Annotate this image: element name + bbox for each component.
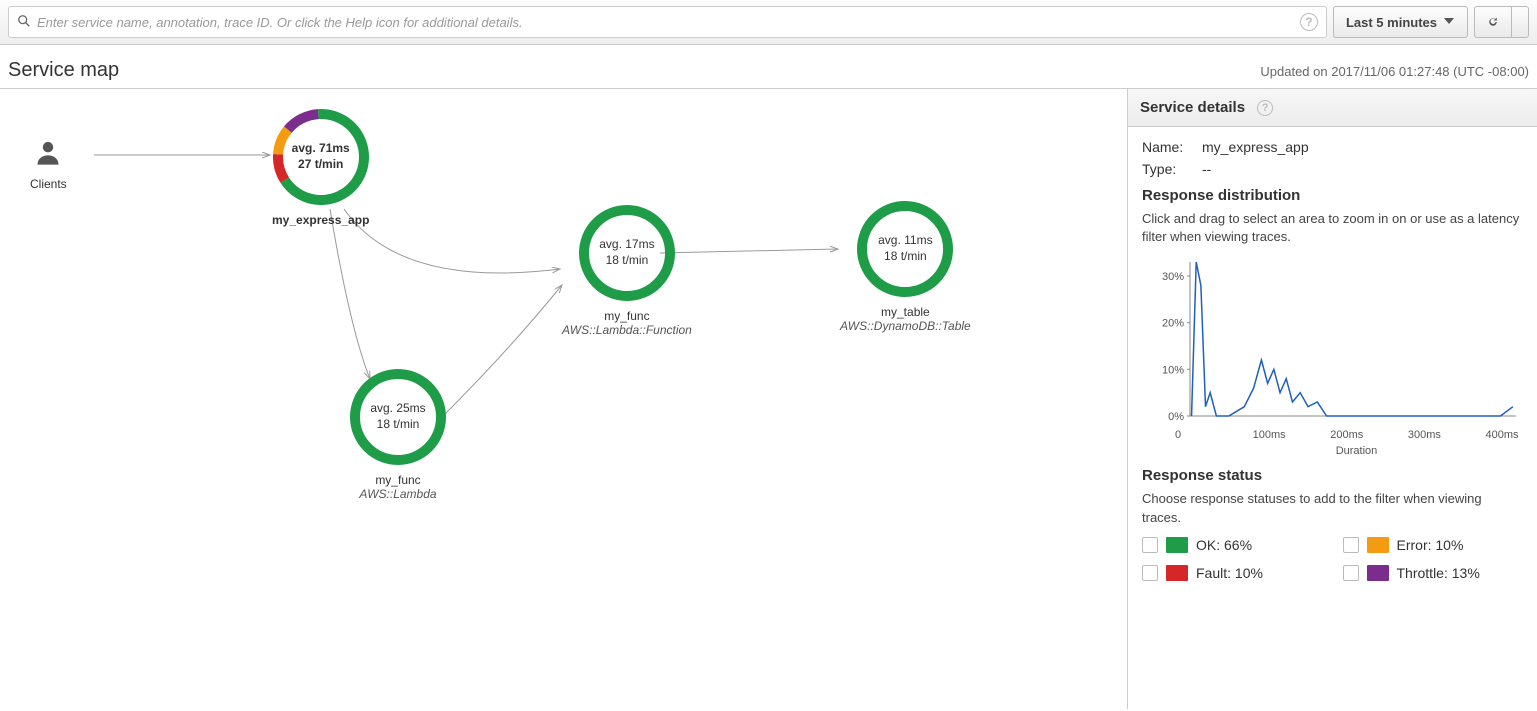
checkbox[interactable] xyxy=(1343,565,1359,581)
node-rate: 18 t/min xyxy=(884,249,927,265)
service-map[interactable]: Clients avg. 71ms 27 t/min my_express_ap… xyxy=(0,89,1127,709)
response-distribution-chart[interactable]: 0% 10% 20% 30% 0100ms200ms300ms400ms Durati… xyxy=(1142,256,1523,457)
time-range-label: Last 5 minutes xyxy=(1346,15,1437,30)
node-avg: avg. 71ms xyxy=(292,141,350,157)
status-fault[interactable]: Fault: 10% xyxy=(1142,565,1323,581)
status-ok-label: OK: 66% xyxy=(1196,537,1252,553)
name-value: my_express_app xyxy=(1202,139,1309,155)
checkbox[interactable] xyxy=(1142,565,1158,581)
status-throttle-label: Throttle: 13% xyxy=(1397,565,1480,581)
node-my-table[interactable]: avg. 11ms 18 t/min my_table AWS::DynamoD… xyxy=(840,201,971,333)
svg-text:10%: 10% xyxy=(1162,365,1184,377)
help-icon[interactable]: ? xyxy=(1300,13,1318,31)
node-label: my_func xyxy=(375,473,420,487)
node-my-express-app[interactable]: avg. 71ms 27 t/min my_express_app xyxy=(272,109,369,227)
map-edges xyxy=(0,89,1127,709)
checkbox[interactable] xyxy=(1343,537,1359,553)
name-label: Name: xyxy=(1142,139,1192,155)
service-details-title: Service details xyxy=(1140,99,1245,116)
color-swatch-ok xyxy=(1166,537,1188,553)
refresh-button[interactable] xyxy=(1474,6,1511,38)
search-icon xyxy=(17,14,37,31)
chart-x-label: Duration xyxy=(1152,445,1523,457)
search-box[interactable]: ? xyxy=(8,6,1327,38)
node-avg: avg. 11ms xyxy=(878,233,932,249)
chevron-down-icon xyxy=(1443,15,1455,30)
status-fault-label: Fault: 10% xyxy=(1196,565,1263,581)
response-distribution-header: Response distribution xyxy=(1142,187,1523,204)
status-error-label: Error: 10% xyxy=(1397,537,1464,553)
checkbox[interactable] xyxy=(1142,537,1158,553)
svg-text:0%: 0% xyxy=(1168,411,1184,423)
type-value: -- xyxy=(1202,161,1211,177)
search-input[interactable] xyxy=(37,15,1294,30)
node-sublabel: AWS::Lambda xyxy=(359,487,436,501)
type-label: Type: xyxy=(1142,161,1192,177)
help-icon[interactable]: ? xyxy=(1257,100,1273,116)
main-area: Clients avg. 71ms 27 t/min my_express_ap… xyxy=(0,89,1537,709)
color-swatch-fault xyxy=(1166,565,1188,581)
title-row: Service map Updated on 2017/11/06 01:27:… xyxy=(0,45,1537,89)
time-range-button[interactable]: Last 5 minutes xyxy=(1333,6,1468,38)
status-throttle[interactable]: Throttle: 13% xyxy=(1343,565,1524,581)
node-label: my_express_app xyxy=(272,213,369,227)
service-details-header: Service details ? xyxy=(1128,89,1537,127)
response-status-grid: OK: 66% Error: 10% Fault: 10% Throttle: … xyxy=(1142,537,1523,581)
response-status-help: Choose response statuses to add to the f… xyxy=(1142,490,1523,526)
refresh-icon xyxy=(1487,16,1499,28)
refresh-button-group xyxy=(1474,6,1529,38)
node-avg: avg. 25ms xyxy=(370,401,425,417)
updated-timestamp: Updated on 2017/11/06 01:27:48 (UTC -08:… xyxy=(1260,64,1529,79)
node-label: my_func xyxy=(604,309,649,323)
node-clients[interactable]: Clients xyxy=(30,129,67,191)
status-ok[interactable]: OK: 66% xyxy=(1142,537,1323,553)
color-swatch-throttle xyxy=(1367,565,1389,581)
node-sublabel: AWS::Lambda::Function xyxy=(562,323,692,337)
page-title: Service map xyxy=(8,59,119,82)
service-details-panel: Service details ? Name: my_express_app T… xyxy=(1127,89,1537,709)
node-rate: 18 t/min xyxy=(377,417,420,433)
node-my-func-lambda[interactable]: avg. 25ms 18 t/min my_func AWS::Lambda xyxy=(350,369,446,501)
top-toolbar: ? Last 5 minutes xyxy=(0,0,1537,45)
clients-label: Clients xyxy=(30,177,67,191)
svg-text:30%: 30% xyxy=(1162,271,1184,283)
chart-x-ticks: 0100ms200ms300ms400ms xyxy=(1152,429,1523,443)
node-my-func-lambda-function[interactable]: avg. 17ms 18 t/min my_func AWS::Lambda::… xyxy=(562,205,692,337)
response-distribution-help: Click and drag to select an area to zoom… xyxy=(1142,210,1523,246)
svg-text:20%: 20% xyxy=(1162,318,1184,330)
node-rate: 18 t/min xyxy=(606,253,649,269)
response-status-header: Response status xyxy=(1142,467,1523,484)
color-swatch-error xyxy=(1367,537,1389,553)
node-label: my_table xyxy=(881,305,930,319)
node-avg: avg. 17ms xyxy=(599,237,654,253)
person-icon xyxy=(34,139,62,167)
refresh-menu-button[interactable] xyxy=(1511,6,1529,38)
node-rate: 27 t/min xyxy=(298,157,343,173)
node-sublabel: AWS::DynamoDB::Table xyxy=(840,319,971,333)
status-error[interactable]: Error: 10% xyxy=(1343,537,1524,553)
